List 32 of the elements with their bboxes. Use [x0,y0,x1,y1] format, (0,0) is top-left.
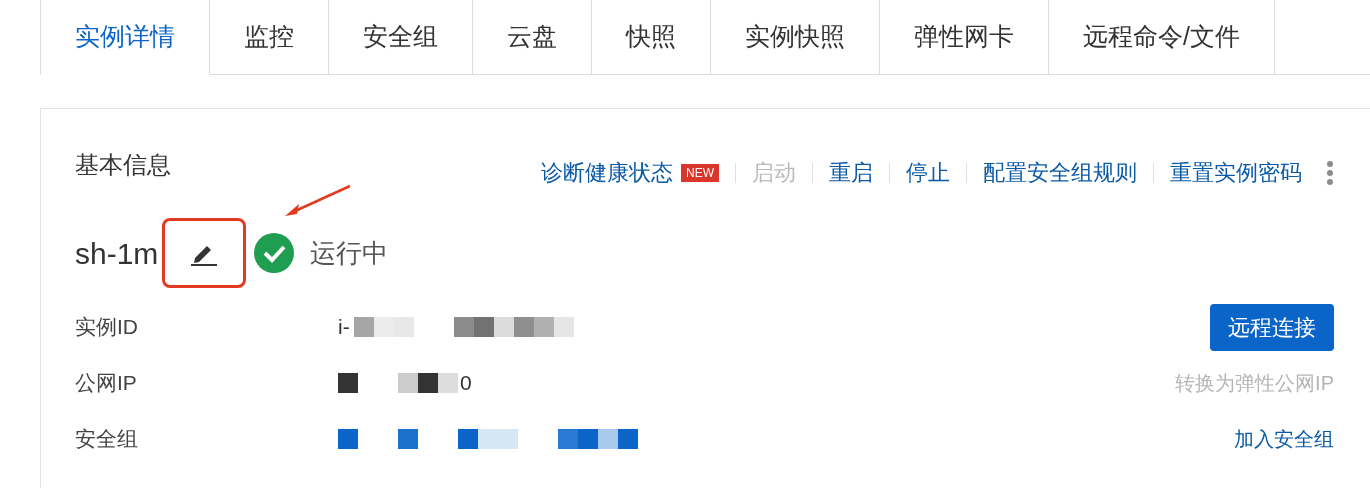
tab[interactable]: 快照 [592,0,711,75]
more-icon[interactable] [1326,159,1334,186]
action-link[interactable]: 重启 [829,156,873,189]
tab[interactable]: 安全组 [329,0,473,75]
tab[interactable]: 云盘 [473,0,592,75]
redacted-block [458,429,518,449]
new-badge: NEW [681,163,719,182]
field-label: 实例ID [75,314,139,341]
field-label: 公网IP [75,370,138,397]
field-value: 0 [460,370,472,397]
redacted-block [338,373,358,393]
tab[interactable]: 监控 [210,0,329,75]
redacted-block [338,429,358,449]
instance-name: sh-1m [75,235,159,272]
remote-connect-button[interactable]: 远程连接 [1210,303,1334,351]
status-text: 运行中 [310,236,389,270]
action-link[interactable]: 诊断健康状态 [541,156,673,189]
action-link[interactable]: 配置安全组规则 [983,156,1137,189]
redacted-block [353,317,414,337]
redacted-block [398,373,458,393]
tab[interactable]: 弹性网卡 [880,0,1049,75]
join-group-link[interactable]: 加入安全组 [1234,424,1334,454]
field-label: 安全组 [75,426,139,453]
action-link[interactable]: 重置实例密码 [1170,156,1302,189]
redacted-block [398,429,418,449]
action-link[interactable]: 停止 [906,156,950,189]
section-title: 基本信息 [75,150,171,180]
field-value: i- [338,314,350,341]
tab[interactable]: 实例快照 [711,0,880,75]
annotation-arrow [283,184,353,218]
tab[interactable]: 远程命令/文件 [1049,0,1275,75]
tab[interactable]: 实例详情 [40,0,210,75]
